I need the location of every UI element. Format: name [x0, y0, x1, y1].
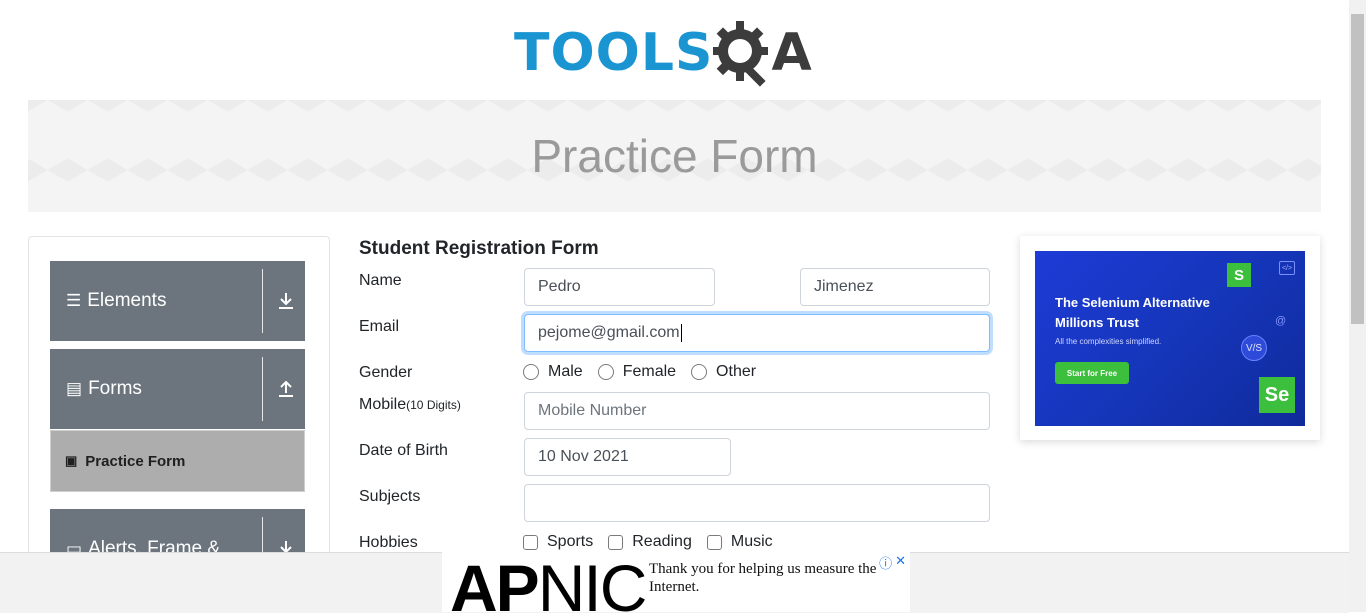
sidebar-group-elements-label-wrap: ☰ Elements	[66, 261, 166, 341]
checkbox-box[interactable]	[523, 534, 538, 550]
sidebar-group-elements[interactable]: ☰ Elements	[50, 261, 305, 341]
first-name-input[interactable]: Pedro	[524, 268, 715, 306]
sidebar-group-label: Forms	[88, 378, 142, 399]
last-name-value: Jimenez	[814, 278, 874, 295]
group-divider	[262, 357, 263, 421]
sidebar-item-label: Practice Form	[85, 452, 186, 470]
ad-subline: All the complexities simplified.	[1055, 337, 1162, 346]
ad-start-button[interactable]: Start for Free	[1055, 362, 1129, 384]
page-banner: Practice Form	[28, 100, 1321, 212]
dob-label: Date of Birth	[359, 442, 448, 459]
hobbies-options: Sports Reading Music	[523, 533, 788, 551]
mobile-label-text: Mobile	[359, 396, 407, 413]
selenium-badge-icon: Se	[1259, 377, 1295, 413]
hobby-sports-checkbox[interactable]: Sports	[523, 533, 593, 551]
radio-circle[interactable]	[691, 364, 708, 380]
sidebar: ☰ Elements ▤ Forms ▣ Practice Form ▭ Ale…	[28, 236, 330, 568]
ad-versus-icon: V/S	[1241, 335, 1267, 361]
scrollbar-thumb[interactable]	[1351, 14, 1364, 324]
mobile-input[interactable]: Mobile Number	[524, 392, 990, 430]
gender-female-radio[interactable]: Female	[597, 363, 676, 381]
radio-label[interactable]: Other	[716, 363, 756, 381]
hobby-reading-checkbox[interactable]: Reading	[608, 533, 692, 551]
text-caret	[680, 324, 682, 342]
radio-label[interactable]: Male	[548, 363, 583, 381]
upload-arrow-svg	[279, 380, 293, 397]
code-icon: </>	[1279, 261, 1295, 275]
upload-arrow-icon[interactable]	[277, 377, 295, 401]
apnic-logo: APNIC	[450, 552, 648, 612]
radio-circle[interactable]	[597, 364, 614, 380]
ad-s-badge-icon: S	[1227, 263, 1251, 287]
gender-other-radio[interactable]: Other	[691, 363, 756, 381]
gender-options: Male Female Other	[523, 363, 771, 381]
checkbox-label[interactable]: Sports	[547, 533, 593, 551]
mobile-placeholder: Mobile Number	[538, 402, 647, 419]
hobby-music-checkbox[interactable]: Music	[706, 533, 773, 551]
bottom-ad-message: Thank you for helping us measure the Int…	[649, 561, 877, 595]
last-name-input[interactable]: Jimenez	[800, 268, 990, 306]
close-icon[interactable]: ✕	[895, 553, 906, 572]
checkbox-box[interactable]	[608, 534, 624, 550]
mobile-label: Mobile(10 Digits)	[359, 396, 461, 414]
ad-controls: ⓘ ✕	[879, 553, 906, 572]
email-input[interactable]: pejome@gmail.com	[524, 314, 990, 352]
html5-icon: ▣	[65, 453, 78, 468]
logo-a-letter: A	[771, 23, 812, 83]
radio-circle[interactable]	[523, 364, 539, 380]
form-title: Student Registration Form	[359, 238, 599, 259]
subjects-label: Subjects	[359, 488, 421, 505]
ad-headline-line: Millions Trust	[1055, 315, 1139, 330]
ad-headline-line: The Selenium Alternative	[1055, 295, 1210, 310]
spiral-icon: @	[1275, 315, 1287, 327]
hamburger-icon: ☰	[66, 291, 82, 310]
bottom-advertisement[interactable]: APNIC Thank you for helping us measure t…	[442, 552, 910, 612]
gender-label: Gender	[359, 364, 413, 381]
subjects-input[interactable]	[524, 484, 990, 522]
download-arrow-icon[interactable]	[277, 289, 295, 313]
checkbox-label[interactable]: Reading	[632, 533, 692, 551]
first-name-value: Pedro	[538, 278, 581, 295]
group-divider	[262, 269, 263, 333]
ad-creative[interactable]: The Selenium Alternative Millions Trust A…	[1035, 251, 1305, 426]
email-value: pejome@gmail.com	[538, 324, 680, 341]
dob-value: 10 Nov 2021	[538, 448, 629, 465]
hobbies-label: Hobbies	[359, 534, 418, 551]
gear-magnifier-icon	[713, 21, 769, 87]
name-label: Name	[359, 272, 402, 289]
ad-headline: The Selenium Alternative Millions Trust	[1055, 293, 1210, 333]
page-title: Practice Form	[531, 130, 818, 182]
sidebar-item-practice-form[interactable]: ▣ Practice Form	[50, 430, 305, 492]
email-label: Email	[359, 318, 400, 335]
apnic-ap: AP	[450, 552, 540, 612]
gender-male-radio[interactable]: Male	[523, 363, 583, 381]
radio-label[interactable]: Female	[623, 363, 676, 381]
checkbox-box[interactable]	[706, 534, 722, 550]
date-of-birth-input[interactable]: 10 Nov 2021	[524, 438, 731, 476]
side-advertisement[interactable]: The Selenium Alternative Millions Trust A…	[1020, 236, 1320, 440]
apnic-nic: NIC	[537, 552, 648, 612]
checkbox-label[interactable]: Music	[731, 533, 773, 551]
logo-qa-text: A	[713, 17, 812, 89]
toolsqa-logo[interactable]: TOOLS A	[514, 16, 812, 90]
sidebar-group-label: Elements	[87, 290, 167, 311]
download-arrow-svg	[279, 293, 293, 309]
info-icon[interactable]: ⓘ	[879, 553, 892, 572]
mobile-hint: (10 Digits)	[406, 398, 461, 412]
sidebar-group-forms[interactable]: ▤ Forms	[50, 349, 305, 429]
logo-tools-text: TOOLS	[514, 23, 714, 83]
document-icon: ▤	[66, 379, 83, 398]
page-scrollbar[interactable]	[1349, 0, 1366, 612]
sidebar-group-forms-label-wrap: ▤ Forms	[66, 349, 142, 429]
